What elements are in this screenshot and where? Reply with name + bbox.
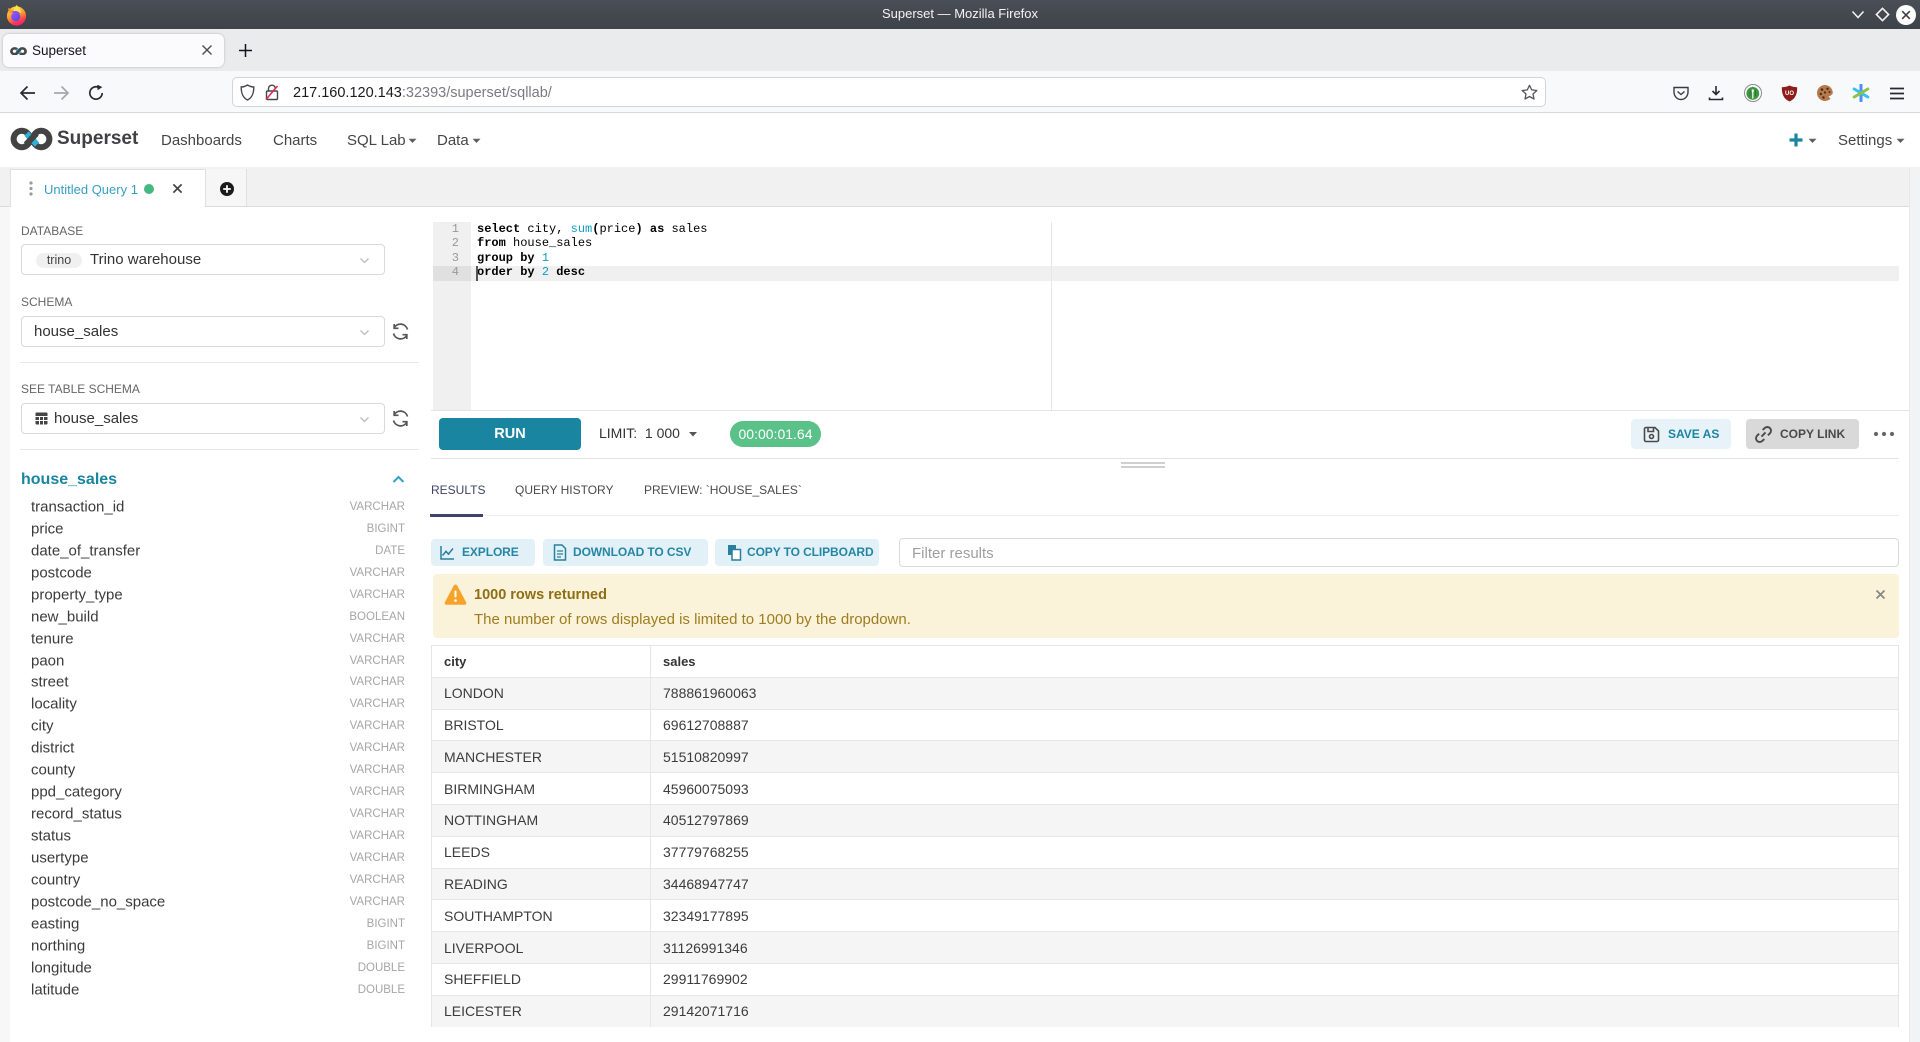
svg-text:UO: UO xyxy=(1785,91,1794,97)
